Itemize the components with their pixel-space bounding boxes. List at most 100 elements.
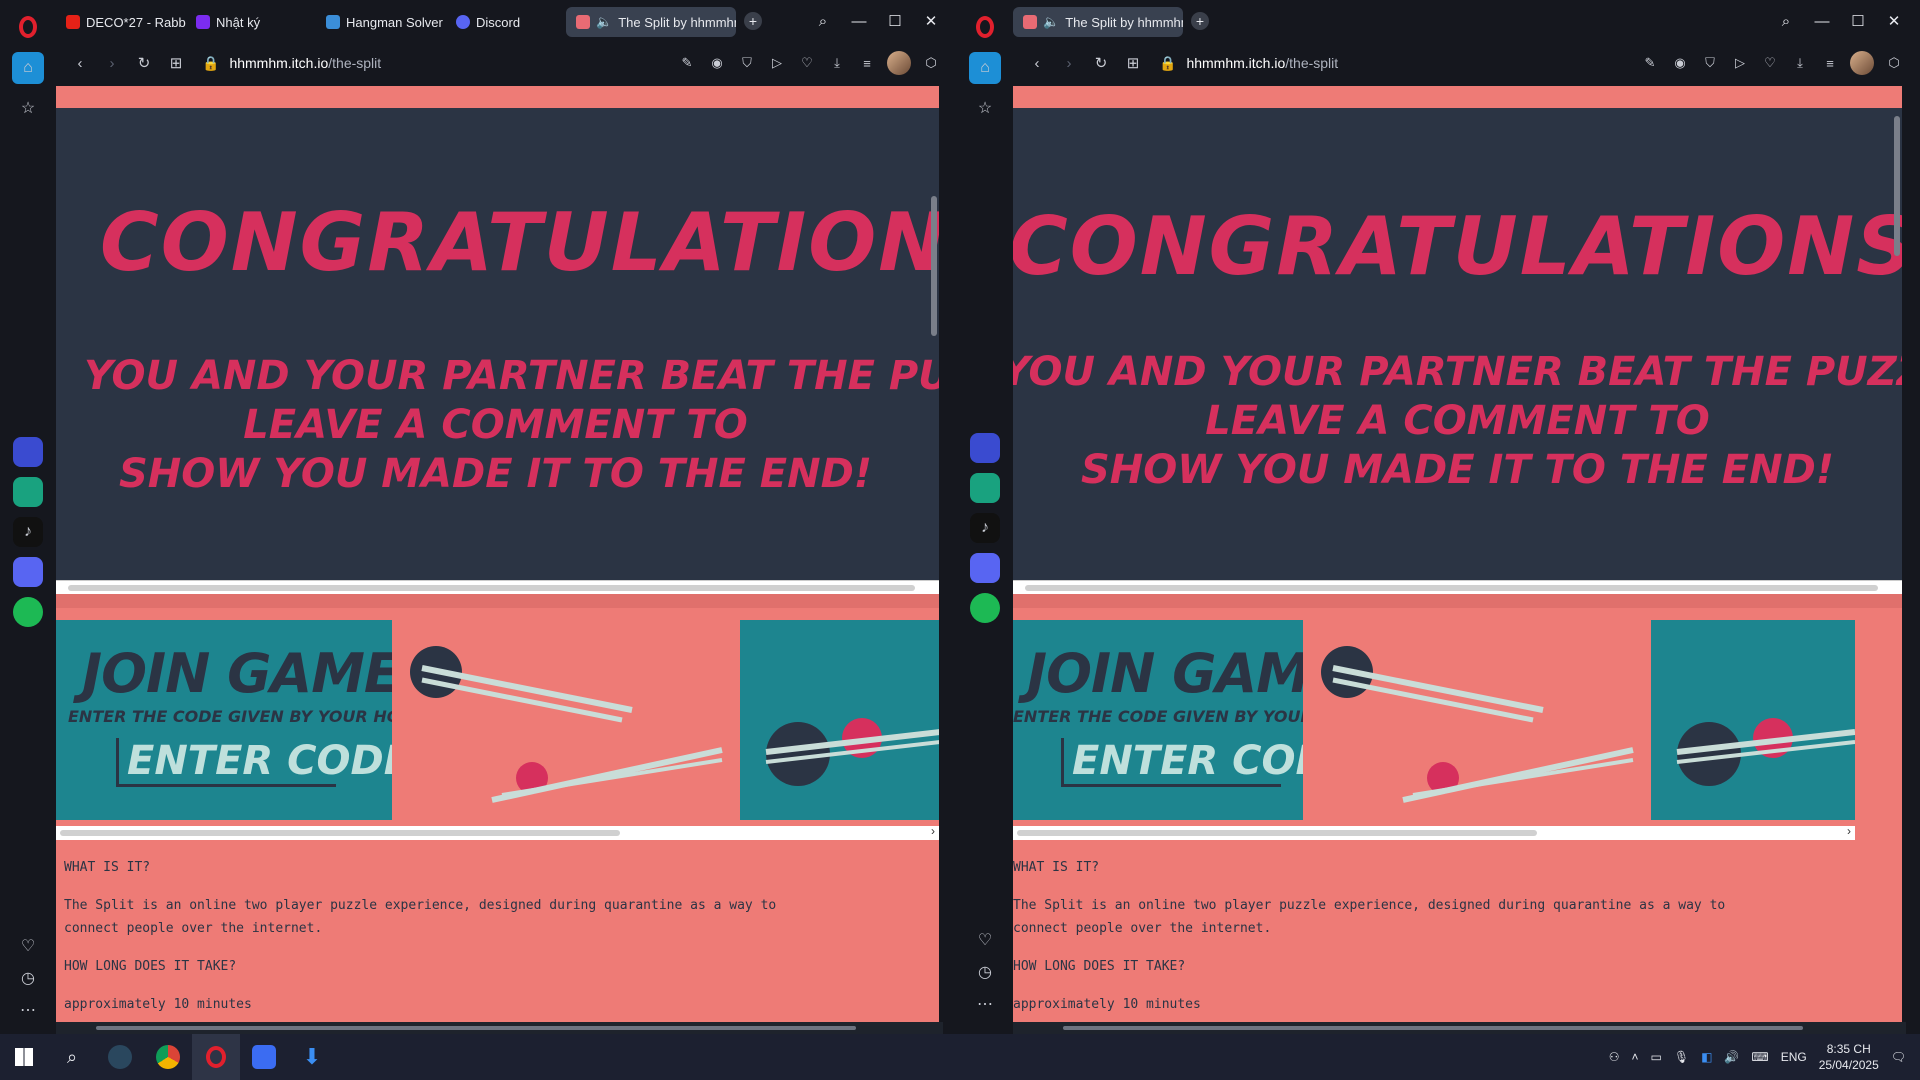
more-icon[interactable]: ⋯ [969,988,1001,1020]
tab-deco27[interactable]: DECO*27 - Rabbit [56,7,186,37]
star-icon[interactable]: ☆ [969,92,1001,124]
avatar[interactable] [1850,51,1874,75]
page-horizontal-scrollbar[interactable] [56,1022,943,1034]
tiktok-icon[interactable]: ♪ [970,513,1000,543]
tab-discord[interactable]: Discord [446,7,566,37]
chatgpt-icon[interactable] [13,477,43,507]
opera-icon[interactable] [19,16,37,38]
page-horizontal-scrollbar[interactable] [1013,1022,1906,1034]
extensions-icon[interactable]: ⬡ [1884,55,1904,71]
home-icon[interactable]: ⌂ [969,52,1001,84]
shield-icon[interactable]: ⛉ [1700,55,1720,71]
easy-setup-icon[interactable]: ≡ [857,56,877,71]
maximize-button[interactable]: ☐ [877,6,913,36]
notification-icon[interactable]: 🗨 [1891,1050,1906,1064]
close-button[interactable]: ✕ [913,6,949,36]
gallery-scrollbar[interactable]: › [56,824,939,840]
url-field[interactable]: 🔒 hhmmhm.itch.io/the-split [1159,55,1640,72]
easy-setup-icon[interactable]: ≡ [1820,56,1840,71]
tab-the-split[interactable]: 🔈 The Split by hhmmhm [566,7,736,37]
clock[interactable]: 8:35 CH 25/04/2025 [1819,1041,1879,1073]
scrollbar-thumb[interactable] [68,585,915,591]
play-icon[interactable]: ▷ [767,55,787,71]
search-tabs-icon[interactable]: ⌕ [1768,6,1804,36]
download-icon[interactable]: ⤓ [1790,55,1810,71]
scrollbar-thumb[interactable] [60,830,620,836]
hero-scrollbar[interactable] [56,580,939,594]
home-icon[interactable]: ⌂ [12,52,44,84]
tiktok-icon[interactable]: ♪ [13,517,43,547]
chopsticks-screenshot[interactable] [392,620,740,820]
heart-icon[interactable]: ♡ [1760,55,1780,71]
aria-icon[interactable] [970,433,1000,463]
search-icon[interactable]: ⌕ [48,1034,96,1080]
roblox-icon[interactable] [240,1034,288,1080]
discord-icon[interactable] [13,557,43,587]
url-field[interactable]: 🔒 hhmmhm.itch.io/the-split [202,55,677,72]
clock-icon[interactable]: ◷ [12,962,44,994]
language-indicator[interactable]: ENG [1781,1050,1807,1064]
download-icon[interactable]: ⤓ [827,55,847,71]
network-icon[interactable]: ▭ [1650,1050,1661,1064]
chrome-icon[interactable] [144,1034,192,1080]
edit-icon[interactable]: ✎ [677,55,697,71]
shield-icon[interactable]: ⛉ [737,55,757,71]
teal-screenshot[interactable] [740,620,939,820]
avatar[interactable] [887,51,911,75]
scrollbar-thumb[interactable] [1025,585,1878,591]
download-manager-icon[interactable]: ⬇ [288,1034,336,1080]
minimize-button[interactable]: — [1804,6,1840,36]
forward-icon[interactable]: › [96,55,128,72]
steam-icon[interactable] [96,1034,144,1080]
tab-hangman-solver[interactable]: Hangman Solver [316,7,446,37]
heart-icon[interactable]: ♡ [12,930,44,962]
play-icon[interactable]: ▷ [1730,55,1750,71]
vertical-scrollbar-thumb[interactable] [1894,116,1900,256]
close-button[interactable]: ✕ [1876,6,1912,36]
more-icon[interactable]: ⋯ [12,994,44,1026]
join-game-screenshot[interactable]: JOIN GAME ENTER THE CODE GIVEN BY YOUR H… [1013,620,1368,820]
teal-screenshot[interactable] [1651,620,1856,820]
reload-icon[interactable]: ↻ [128,54,160,72]
spotify-icon[interactable] [970,593,1000,623]
spotify-icon[interactable] [13,597,43,627]
forward-icon[interactable]: › [1053,55,1085,72]
edit-icon[interactable]: ✎ [1640,55,1660,71]
back-icon[interactable]: ‹ [1021,55,1053,72]
tab-the-split[interactable]: 🔈 The Split by hhmmhm [1013,7,1183,37]
camera-icon[interactable]: ◉ [1670,55,1690,71]
chatgpt-icon[interactable] [970,473,1000,503]
new-tab-button[interactable]: + [744,12,762,30]
people-icon[interactable]: ⚇ [1609,1050,1620,1064]
scroll-right-icon[interactable]: › [1847,824,1851,838]
clock-icon[interactable]: ◷ [969,956,1001,988]
star-icon[interactable]: ☆ [12,92,44,124]
keyboard-icon[interactable]: ⌨ [1751,1050,1768,1064]
opera-taskbar-icon[interactable] [192,1034,240,1080]
tab-nhat-ky[interactable]: Nhật ký [186,7,316,37]
scrollbar-thumb[interactable] [1063,1026,1803,1030]
heart-icon[interactable]: ♡ [969,924,1001,956]
scrollbar-thumb[interactable] [1017,830,1537,836]
minimize-button[interactable]: — [841,6,877,36]
maximize-button[interactable]: ☐ [1840,6,1876,36]
chevron-up-icon[interactable]: ˄ [1631,1050,1638,1064]
chopsticks-screenshot[interactable] [1303,620,1651,820]
scroll-right-icon[interactable]: › [931,824,935,838]
search-tabs-icon[interactable]: ⌕ [805,6,841,36]
gallery-scrollbar[interactable]: › [1013,824,1855,840]
scrollbar-thumb[interactable] [96,1026,856,1030]
tab-grid-icon[interactable]: ⊞ [160,54,192,72]
tab-grid-icon[interactable]: ⊞ [1117,54,1149,72]
windows-start-icon[interactable] [0,1034,48,1080]
hero-scrollbar[interactable] [1013,580,1902,594]
microphone-icon[interactable]: 🎙 [1674,1050,1689,1064]
vertical-scrollbar-thumb[interactable] [931,196,937,336]
aria-icon[interactable] [13,437,43,467]
volume-icon[interactable]: 🔊 [1724,1050,1739,1064]
heart-icon[interactable]: ♡ [797,55,817,71]
extensions-icon[interactable]: ⬡ [921,55,941,71]
camera-icon[interactable]: ◉ [707,55,727,71]
app-tray-icon[interactable]: ◧ [1701,1050,1712,1064]
back-icon[interactable]: ‹ [64,55,96,72]
